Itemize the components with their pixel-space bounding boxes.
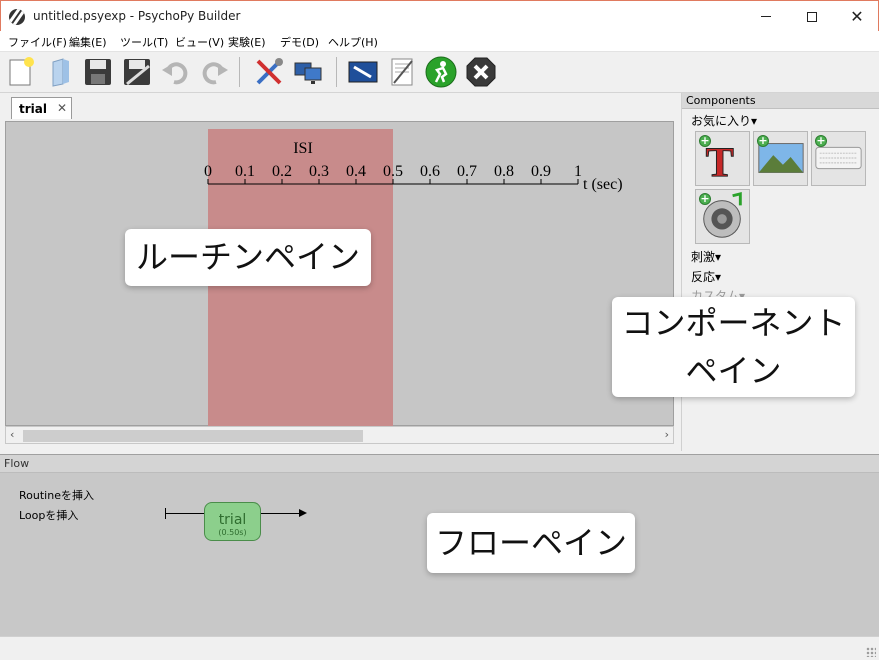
axis-tick-label: 0.3 <box>309 163 329 180</box>
axis-tick-label: 1 <box>574 163 582 180</box>
window-title: untitled.psyexp - PsychoPy Builder <box>33 9 241 23</box>
text-component-button[interactable]: T + <box>695 131 750 187</box>
preferences-icon[interactable] <box>253 56 285 88</box>
scroll-right-icon[interactable]: › <box>665 428 669 441</box>
menu-tools[interactable]: ツール(T) <box>120 34 168 50</box>
axis-tick-label: 0.8 <box>494 163 514 180</box>
stop-icon[interactable] <box>465 56 497 88</box>
scroll-left-icon[interactable]: ‹ <box>10 428 14 441</box>
menu-view[interactable]: ビュー(V) <box>175 34 224 50</box>
routine-pane-annotation: ルーチンペイン <box>125 229 371 286</box>
axis-ticks: 0 0.1 0.2 0.3 0.4 0.5 0.6 0.7 0.8 0.9 1 <box>204 163 582 184</box>
components-pane: Components お気に入り▾ T + + + + 刺激▾ 反応▾ カスタム… <box>681 93 879 451</box>
compile-script-icon[interactable] <box>386 56 418 88</box>
tab-trial[interactable]: trial ✕ <box>11 97 72 119</box>
flow-title: Flow <box>4 457 30 470</box>
minimize-icon <box>761 16 771 17</box>
axis-unit-label: t (sec) <box>583 176 623 193</box>
flow-routine-duration: (0.50s) <box>218 528 247 537</box>
toolbar-separator <box>239 57 240 87</box>
axis-tick-label: 0.1 <box>235 163 255 180</box>
axis-tick-label: 0.6 <box>420 163 440 180</box>
resize-grip-icon[interactable] <box>866 647 876 657</box>
components-header: Components <box>682 93 879 109</box>
add-icon: + <box>757 134 769 147</box>
menu-help[interactable]: ヘルプ(H) <box>328 34 378 50</box>
flow-routine-name: trial <box>218 512 247 528</box>
menu-file[interactable]: ファイル(F) <box>8 34 67 50</box>
psychopy-logo-icon <box>9 9 25 25</box>
axis-tick-label: 0.9 <box>531 163 551 180</box>
flow-pane-annotation: フローペイン <box>427 513 635 573</box>
flow-header: Flow <box>0 455 879 473</box>
add-icon: + <box>699 192 711 205</box>
maximize-button[interactable] <box>789 1 835 32</box>
flow-routine-trial[interactable]: trial (0.50s) <box>204 502 261 541</box>
minimize-button[interactable] <box>743 1 789 32</box>
scrollbar-thumb[interactable] <box>23 430 363 442</box>
tab-label: trial <box>19 102 47 116</box>
new-file-icon[interactable] <box>5 56 37 88</box>
axis-tick-label: 0.4 <box>346 163 366 180</box>
add-icon: + <box>699 134 711 147</box>
maximize-icon <box>807 11 817 22</box>
menu-bar: ファイル(F) 編集(E) ツール(T) ビュー(V) 実験(E) デモ(D) … <box>0 31 879 52</box>
axis-tick-label: 0.5 <box>383 163 403 180</box>
component-pane-annotation: コンポーネント ペイン <box>612 297 855 397</box>
status-bar <box>0 636 879 660</box>
image-component-button[interactable]: + <box>753 131 808 186</box>
sound-component-button[interactable]: + <box>695 189 750 244</box>
flow-arrow-icon <box>299 509 307 517</box>
add-icon: + <box>815 134 827 147</box>
toolbar-separator <box>336 57 337 87</box>
insert-routine-button[interactable]: Routineを挿入 <box>19 487 94 503</box>
save-as-icon[interactable] <box>121 56 153 88</box>
monitor-center-icon[interactable] <box>292 56 324 88</box>
svg-text:T: T <box>706 139 734 185</box>
category-stimuli[interactable]: 刺激▾ <box>691 248 721 265</box>
axis-tick-label: 0 <box>204 163 212 180</box>
horizontal-scrollbar[interactable]: ‹ › <box>5 426 674 444</box>
redo-icon[interactable] <box>198 56 230 88</box>
axis-tick-label: 0.7 <box>457 163 477 180</box>
category-responses[interactable]: 反応▾ <box>691 268 721 285</box>
tab-close-icon[interactable]: ✕ <box>57 101 67 115</box>
components-title: Components <box>686 94 756 107</box>
experiment-settings-icon[interactable] <box>347 56 379 88</box>
title-bar: untitled.psyexp - PsychoPy Builder ✕ <box>0 0 879 31</box>
category-favorites[interactable]: お気に入り▾ <box>691 112 757 129</box>
menu-edit[interactable]: 編集(E) <box>69 34 107 50</box>
run-icon[interactable] <box>425 56 457 88</box>
component-pane-annotation-line2: ペイン <box>685 352 782 390</box>
save-icon[interactable] <box>82 56 114 88</box>
component-pane-annotation-line1: コンポーネント <box>621 304 846 342</box>
insert-loop-button[interactable]: Loopを挿入 <box>19 507 78 523</box>
undo-icon[interactable] <box>160 56 192 88</box>
axis-tick-label: 0.2 <box>272 163 292 180</box>
toolbar <box>0 52 879 93</box>
keyboard-component-button[interactable]: + <box>811 131 866 186</box>
menu-experiment[interactable]: 実験(E) <box>228 34 266 50</box>
component-name-label: ISI <box>293 140 313 157</box>
close-button[interactable]: ✕ <box>834 1 879 32</box>
menu-demos[interactable]: デモ(D) <box>280 34 319 50</box>
open-folder-icon[interactable] <box>45 56 77 88</box>
